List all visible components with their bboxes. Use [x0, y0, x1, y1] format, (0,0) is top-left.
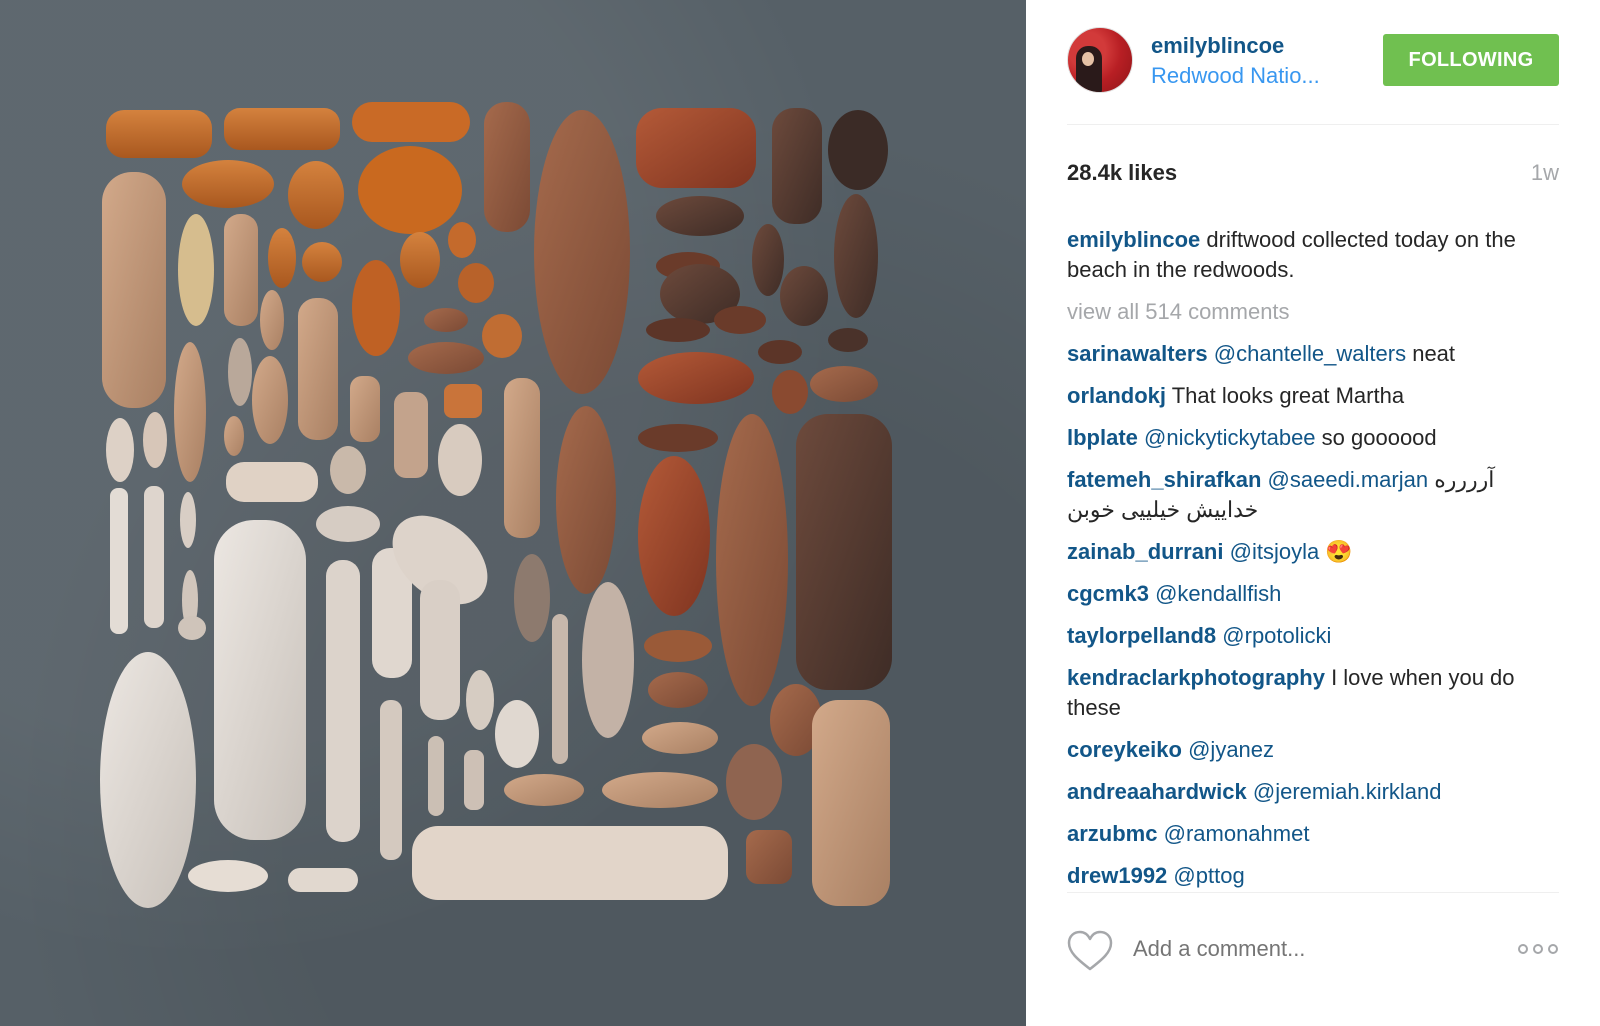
- comment-item: orlandokj That looks great Martha: [1067, 381, 1559, 411]
- divider: [1067, 124, 1559, 125]
- comment-username[interactable]: taylorpelland8: [1067, 623, 1216, 648]
- divider: [1067, 892, 1559, 893]
- caption: emilyblincoe driftwood collected today o…: [1067, 225, 1559, 285]
- post-age[interactable]: 1w: [1531, 160, 1559, 186]
- comment-mention[interactable]: @jeremiah.kirkland: [1253, 779, 1442, 804]
- comment-mention[interactable]: @saeedi.marjan: [1268, 467, 1429, 492]
- comment-text: That looks great Martha: [1166, 383, 1405, 408]
- comment-username[interactable]: cgcmk3: [1067, 581, 1149, 606]
- comment-username[interactable]: zainab_durrani: [1067, 539, 1223, 564]
- comment-item: andreaahardwick @jeremiah.kirkland: [1067, 777, 1559, 807]
- comment-list: sarinawalters @chantelle_walters neat orl…: [1067, 339, 1559, 891]
- comment-username[interactable]: arzubmc: [1067, 821, 1157, 846]
- comment-item: drew1992 @pttog: [1067, 861, 1559, 891]
- comment-mention[interactable]: @rpotolicki: [1222, 623, 1331, 648]
- caption-username[interactable]: emilyblincoe: [1067, 227, 1200, 252]
- comment-mention[interactable]: @jyanez: [1188, 737, 1274, 762]
- comment-username[interactable]: coreykeiko: [1067, 737, 1182, 762]
- comment-text: 😍: [1319, 539, 1353, 564]
- comment-username[interactable]: orlandokj: [1067, 383, 1166, 408]
- comment-item: cgcmk3 @kendallfish: [1067, 579, 1559, 609]
- comment-text: neat: [1406, 341, 1456, 366]
- comment-item: fatemeh_shirafkan @saeedi.marjan آرررره …: [1067, 465, 1559, 525]
- comment-text: so goooood: [1315, 425, 1437, 450]
- comment-item: lbplate @nickytickytabee so goooood: [1067, 423, 1559, 453]
- add-comment-row: [1067, 930, 1559, 974]
- comment-item: kendraclarkphotography I love when you d…: [1067, 663, 1559, 723]
- likes-row: 28.4k likes 1w: [1067, 160, 1559, 190]
- more-options-icon[interactable]: [1517, 942, 1559, 956]
- post-header: emilyblincoe Redwood Natio... FOLLOWING: [1067, 27, 1559, 97]
- comment-mention[interactable]: @chantelle_walters: [1214, 341, 1406, 366]
- add-comment-input[interactable]: [1133, 936, 1463, 962]
- view-all-comments-link[interactable]: view all 514 comments: [1067, 297, 1559, 327]
- comment-username[interactable]: lbplate: [1067, 425, 1138, 450]
- comment-mention[interactable]: @pttog: [1173, 863, 1244, 888]
- post-details-panel: emilyblincoe Redwood Natio... FOLLOWING …: [1026, 0, 1600, 1026]
- likes-count[interactable]: 28.4k likes: [1067, 160, 1177, 186]
- comment-item: coreykeiko @jyanez: [1067, 735, 1559, 765]
- comment-mention[interactable]: @kendallfish: [1155, 581, 1281, 606]
- post-location[interactable]: Redwood Natio...: [1151, 63, 1320, 89]
- comment-username[interactable]: drew1992: [1067, 863, 1167, 888]
- comment-mention[interactable]: @nickytickytabee: [1144, 425, 1316, 450]
- comment-username[interactable]: sarinawalters: [1067, 341, 1208, 366]
- driftwood-arrangement: [100, 102, 892, 908]
- comment-username[interactable]: andreaahardwick: [1067, 779, 1247, 804]
- heart-icon[interactable]: [1067, 930, 1113, 972]
- comment-mention[interactable]: @itsjoyla: [1230, 539, 1320, 564]
- comment-item: arzubmc @ramonahmet: [1067, 819, 1559, 849]
- comment-item: taylorpelland8 @rpotolicki: [1067, 621, 1559, 651]
- comment-item: sarinawalters @chantelle_walters neat: [1067, 339, 1559, 369]
- comments-section: emilyblincoe driftwood collected today o…: [1067, 225, 1559, 891]
- post-photo[interactable]: [0, 0, 1026, 1026]
- comment-username[interactable]: fatemeh_shirafkan: [1067, 467, 1261, 492]
- comment-username[interactable]: kendraclarkphotography: [1067, 665, 1325, 690]
- comment-item: zainab_durrani @itsjoyla 😍: [1067, 537, 1559, 567]
- post-username[interactable]: emilyblincoe: [1151, 33, 1284, 59]
- avatar[interactable]: [1067, 27, 1133, 93]
- comment-mention[interactable]: @ramonahmet: [1164, 821, 1310, 846]
- following-button[interactable]: FOLLOWING: [1383, 34, 1559, 86]
